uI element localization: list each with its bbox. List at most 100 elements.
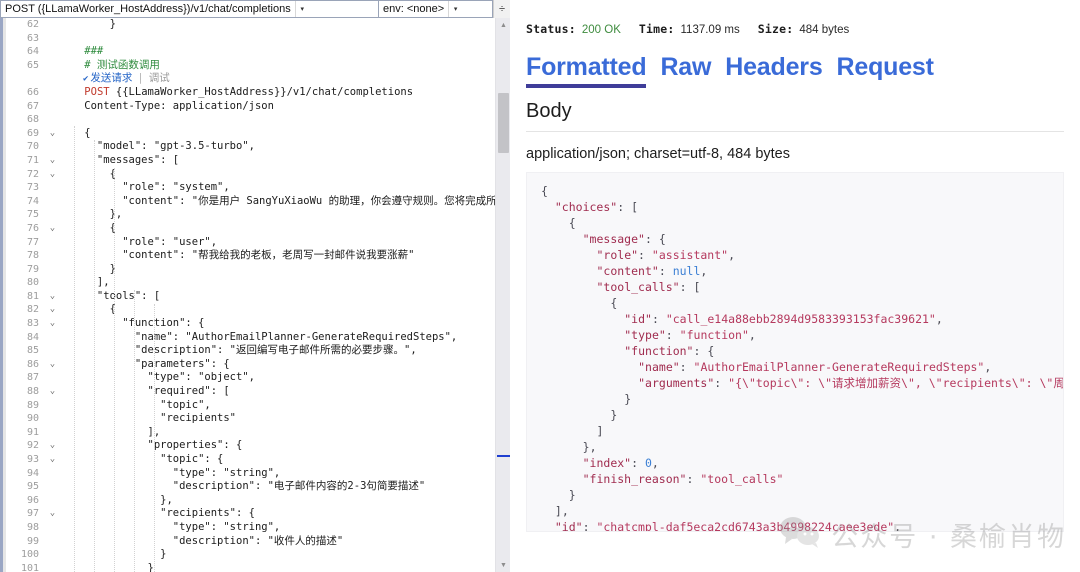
split-editor-icon[interactable]: ÷	[493, 0, 510, 18]
code-line: 83 ⌄ "function": {	[6, 317, 510, 331]
code-text: "content": "你是用户 SangYuXiaoWu 的助理，你会遵守规则…	[59, 194, 508, 207]
tab-formatted[interactable]: Formatted	[526, 52, 647, 88]
code-text: "tools": [	[59, 289, 161, 302]
line-number: 95	[26, 481, 39, 493]
tab-raw[interactable]: Raw	[660, 52, 711, 88]
line-number: 81	[26, 290, 39, 302]
fold-chevron-down-icon[interactable]: ⌄	[46, 222, 59, 236]
line-number: 87	[26, 372, 39, 384]
code-line: 69 ⌄ {	[6, 127, 510, 141]
fold-chevron-down-icon[interactable]: ⌄	[46, 154, 59, 168]
response-pane: Status: 200 OK Time: 1137.09 ms Size: 48…	[510, 0, 1080, 572]
code-line: 90 "recipients"	[6, 412, 510, 426]
tab-request[interactable]: Request	[837, 52, 934, 88]
line-number: 91	[26, 426, 39, 438]
fold-chevron-down-icon[interactable]: ⌄	[46, 439, 59, 453]
request-editor-pane: POST ({LLamaWorker_HostAddress})/v1/chat…	[0, 0, 510, 572]
indent-guide	[134, 290, 135, 572]
code-line: 80 ],	[6, 276, 510, 290]
line-number: 88	[26, 386, 39, 398]
indent-guide	[114, 168, 115, 572]
code-text: ],	[59, 276, 110, 289]
line-number: 71	[26, 154, 39, 166]
code-line: 91 ],	[6, 426, 510, 440]
code-text: "description": "电子邮件内容的2-3句简要描述"	[59, 480, 426, 493]
app-root: POST ({LLamaWorker_HostAddress})/v1/chat…	[0, 0, 1080, 572]
tab-headers[interactable]: Headers	[725, 52, 822, 88]
code-text: "type": "object",	[59, 371, 255, 384]
fold-chevron-down-icon[interactable]: ⌄	[46, 507, 59, 521]
request-url-combobox[interactable]: POST ({LLamaWorker_HostAddress})/v1/chat…	[0, 0, 379, 18]
line-number: 69	[26, 127, 39, 139]
code-line: 64 ###	[6, 45, 510, 59]
response-status-row: Status: 200 OK Time: 1137.09 ms Size: 48…	[526, 0, 1064, 36]
line-number: 92	[26, 440, 39, 452]
code-line: 89 "topic",	[6, 399, 510, 413]
content-type-text: application/json; charset=utf-8, 484 byt…	[526, 146, 790, 162]
code-line: 67 Content-Type: application/json	[6, 100, 510, 114]
code-line: 87 "type": "object",	[6, 371, 510, 385]
scroll-up-icon[interactable]: ▲	[496, 18, 510, 32]
code-text: "role": "system",	[59, 181, 230, 194]
scrollbar-thumb[interactable]	[498, 93, 509, 153]
scroll-down-icon[interactable]: ▼	[496, 558, 510, 572]
request-toolbar: POST ({LLamaWorker_HostAddress})/v1/chat…	[0, 0, 510, 18]
line-number: 67	[26, 100, 39, 112]
code-line: 75 },	[6, 208, 510, 222]
codelens-row: - ✔发送请求 | 调试	[6, 72, 510, 86]
line-number: 75	[26, 209, 39, 221]
line-number: 98	[26, 521, 39, 533]
code-line: 82 ⌄ {	[6, 303, 510, 317]
status-label: Status:	[526, 22, 576, 36]
code-text: "description": "返回编写电子邮件所需的必要步骤。",	[59, 344, 417, 357]
code-line: 71 ⌄ "messages": [	[6, 154, 510, 168]
line-number: 76	[26, 222, 39, 234]
line-number: 64	[26, 46, 39, 58]
indent-guide	[74, 126, 75, 572]
line-number: 86	[26, 358, 39, 370]
fold-chevron-down-icon[interactable]: ⌄	[46, 385, 59, 399]
fold-chevron-down-icon[interactable]: ⌄	[46, 453, 59, 467]
fold-chevron-down-icon[interactable]: ⌄	[46, 290, 59, 304]
indent-guide	[94, 140, 95, 572]
code-text: "required": [	[59, 385, 230, 398]
code-text: {	[59, 167, 116, 180]
time-label: Time:	[638, 22, 675, 36]
fold-chevron-down-icon[interactable]: ⌄	[46, 303, 59, 317]
fold-chevron-down-icon[interactable]: ⌄	[46, 358, 59, 372]
code-text: }	[59, 548, 167, 561]
response-body-box[interactable]: { "choices": [ { "message": { "role": "a…	[526, 172, 1064, 532]
code-text: "parameters": {	[59, 357, 230, 370]
code-area[interactable]: 62 }6364 ###65 # 测试函数调用-✔发送请求|调试66 POST …	[6, 18, 510, 572]
request-url-text: POST ({LLamaWorker_HostAddress})/v1/chat…	[5, 3, 291, 15]
fold-chevron-down-icon[interactable]: ⌄	[46, 127, 59, 141]
code-line: 78 "content": "帮我给我的老板，老周写一封邮件说我要涨薪"	[6, 249, 510, 263]
code-text: },	[59, 493, 173, 506]
fold-chevron-down-icon[interactable]: ⌄	[46, 317, 59, 331]
line-number: 79	[26, 263, 39, 275]
code-text: "content": "帮我给我的老板，老周写一封邮件说我要涨薪"	[59, 249, 415, 262]
send-request-link[interactable]: 发送请求	[90, 72, 132, 84]
size-value: 484 bytes	[799, 24, 850, 36]
code-line: 98 "type": "string",	[6, 521, 510, 535]
code-line: 84 "name": "AuthorEmailPlanner-GenerateR…	[6, 331, 510, 345]
code-line: 95 "description": "电子邮件内容的2-3句简要描述"	[6, 480, 510, 494]
line-number: 80	[26, 277, 39, 289]
code-text: {	[59, 221, 116, 234]
code-line: 97 ⌄ "recipients": {	[6, 507, 510, 521]
fold-chevron-down-icon[interactable]: ⌄	[46, 168, 59, 182]
line-number: 101	[20, 562, 39, 572]
code-text: "type": "string",	[59, 520, 281, 533]
editor-vertical-scrollbar[interactable]: ▲ ▼	[495, 18, 510, 572]
code-text: }	[59, 262, 116, 275]
chevron-down-icon[interactable]: ▾	[294, 1, 309, 17]
code-text: Content-Type: application/json	[59, 99, 274, 112]
line-number: 70	[26, 141, 39, 153]
chevron-down-icon[interactable]: ▾	[448, 1, 462, 17]
debug-link[interactable]: 调试	[149, 72, 170, 84]
code-line: 70 "model": "gpt-3.5-turbo",	[6, 140, 510, 154]
code-text: # 测试函数调用	[59, 58, 160, 71]
line-number: 66	[26, 86, 39, 98]
line-number: 97	[26, 508, 39, 520]
environment-combobox[interactable]: env: <none> ▾	[378, 0, 493, 18]
